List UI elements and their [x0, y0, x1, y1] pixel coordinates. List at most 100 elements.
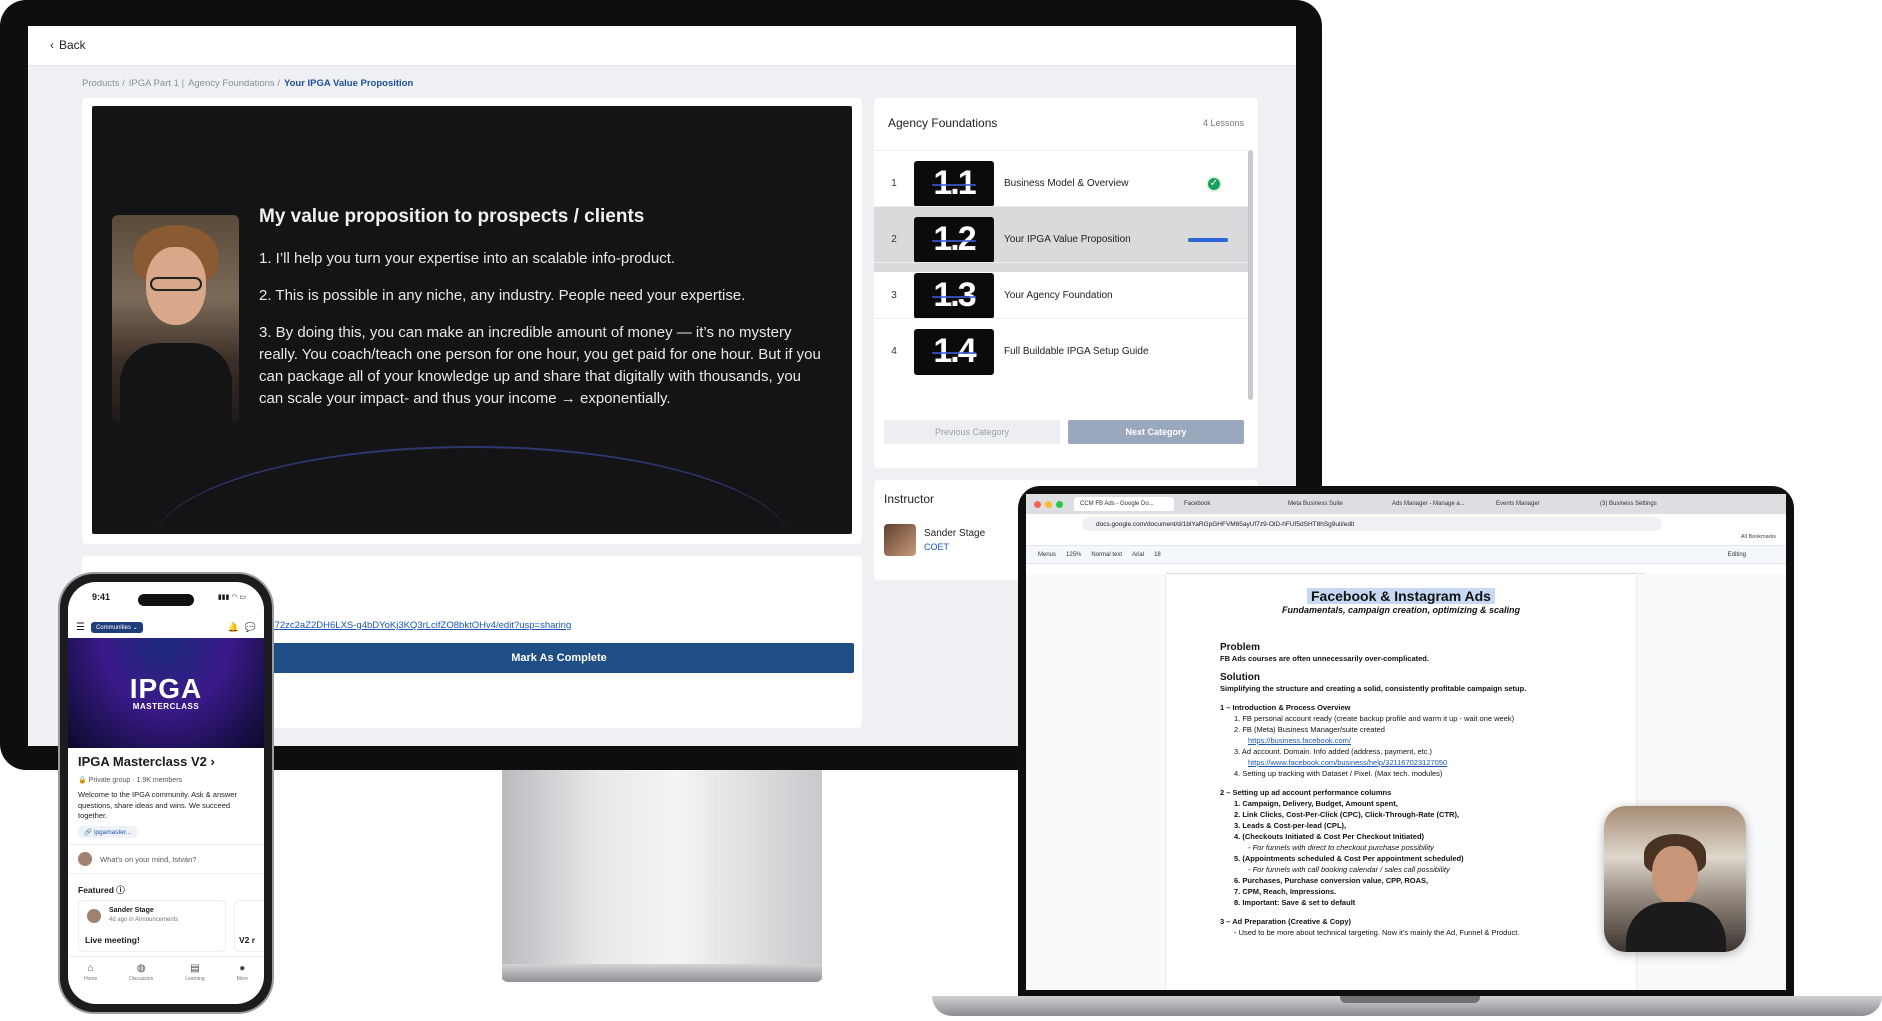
- doc-link[interactable]: https://business.facebook.com/: [1248, 736, 1351, 745]
- maximize-dot-icon[interactable]: [1056, 501, 1063, 508]
- editing-mode-select[interactable]: Editing: [1728, 552, 1746, 558]
- doc-list-item: 3. Leads & Cost-per-lead (CPL),: [1234, 821, 1347, 830]
- lesson-number: 1: [891, 178, 897, 189]
- docs-toolbar: Menus 125% Normal text Arial 18 Editing: [1026, 546, 1786, 564]
- font-size-input[interactable]: 18: [1154, 552, 1161, 558]
- doc-list-item: 3. Ad account. Domain. Info added (addre…: [1234, 747, 1433, 756]
- browser-tab[interactable]: CCM FB Ads - Google Do...: [1074, 497, 1174, 511]
- lesson-title: Your IPGA Value Proposition: [1004, 234, 1131, 245]
- next-category-button[interactable]: Next Category: [1068, 420, 1244, 444]
- progress-bar: [1188, 237, 1228, 242]
- app-header: ☰ Communities ⌄ 🔔 💬: [68, 616, 264, 638]
- lesson-thumbnail: 1.3: [914, 272, 994, 319]
- bottom-nav: ⌂ Home ◍ Discussion ▤ Learning ● More: [68, 956, 264, 1004]
- bell-icon[interactable]: 🔔: [228, 622, 239, 633]
- lesson-thumbnail: 1.2: [914, 216, 994, 263]
- featured-heading: Featured ⓘ: [78, 885, 125, 895]
- document-page[interactable]: Facebook & Instagram Ads Fundamentals, c…: [1166, 574, 1636, 990]
- laptop-notch: [1340, 996, 1480, 1003]
- nav-label: More: [236, 976, 249, 982]
- webcam-overlay[interactable]: [1604, 806, 1746, 952]
- nav-discussion[interactable]: ◍ Discussion: [129, 963, 153, 1004]
- minimize-dot-icon[interactable]: [1045, 501, 1052, 508]
- slide-point-1: 1. I’ll help you turn your expertise int…: [259, 250, 676, 267]
- profile-icon: ●: [239, 963, 246, 974]
- resource-link[interactable]: 1L72zc2aZ2DH6LXS-g4bDYoKj3KQ3rLcifZO8bkt…: [264, 620, 571, 631]
- post-composer[interactable]: What's on your mind, István?: [68, 844, 264, 874]
- back-button[interactable]: ‹ Back: [50, 38, 86, 52]
- book-icon: ▤: [190, 963, 200, 974]
- instructor-name[interactable]: Sander Stage: [924, 528, 985, 539]
- video-player[interactable]: My value proposition to prospects / clie…: [92, 106, 852, 534]
- status-icons: ▮▮▮ ◠ ▭: [217, 594, 246, 601]
- nav-more[interactable]: ● More: [237, 963, 248, 1004]
- doc-list-item: 4. Setting up tracking with Dataset / Pi…: [1234, 769, 1443, 778]
- breadcrumb-products[interactable]: Products /: [82, 78, 125, 89]
- doc-list-item: 7. CPM, Reach, Impressions.: [1234, 887, 1337, 896]
- menus-search[interactable]: Menus: [1038, 552, 1056, 558]
- doc-sub-item: - For funnels with direct to checkout pu…: [1248, 843, 1434, 852]
- doc-list-item: - Used to be more about technical target…: [1234, 928, 1520, 937]
- post-prompt: What's on your mind, István?: [100, 854, 197, 864]
- webcam-person-body: [1626, 902, 1726, 952]
- doc-text: FB Ads courses are often unnecessarily o…: [1220, 654, 1429, 663]
- lesson-list-scrollbar[interactable]: [1248, 150, 1253, 400]
- mark-complete-button[interactable]: Mark As Complete: [264, 643, 854, 673]
- doc-list-item: 1. Campaign, Delivery, Budget, Amount sp…: [1234, 799, 1398, 808]
- browser-tab[interactable]: (3) Business Settings: [1594, 497, 1694, 511]
- nav-home[interactable]: ⌂ Home: [84, 963, 97, 1004]
- doc-text: Simplifying the structure and creating a…: [1220, 684, 1527, 693]
- zoom-select[interactable]: 125%: [1066, 552, 1081, 558]
- communities-dropdown[interactable]: Communities ⌄: [90, 621, 143, 633]
- previous-category-button[interactable]: Previous Category: [884, 420, 1060, 444]
- presenter-photo: [112, 215, 239, 423]
- doc-section-heading: 2 – Setting up ad account performance co…: [1220, 788, 1392, 797]
- video-decor-arc: [152, 446, 792, 534]
- window-controls: [1034, 501, 1063, 508]
- group-title[interactable]: IPGA Masterclass V2 ›: [78, 754, 215, 769]
- doc-list-item: 8. Important: Save & set to default: [1234, 898, 1356, 907]
- doc-list-item: 5. (Appointments scheduled & Cost Per ap…: [1234, 854, 1464, 863]
- featured-card[interactable]: Sander Stage 4d ago in Announcements Liv…: [78, 900, 226, 952]
- doc-heading: Solution: [1220, 672, 1260, 683]
- lesson-title: Full Buildable IPGA Setup Guide: [1004, 346, 1149, 357]
- doc-sub-item: - For funnels with call booking calendar…: [1248, 865, 1450, 874]
- banner-title: IPGA: [129, 672, 203, 704]
- chat-icon[interactable]: 💬: [245, 622, 256, 633]
- menu-icon[interactable]: ☰: [76, 622, 85, 633]
- breadcrumb-part[interactable]: IPGA Part 1 |: [129, 78, 184, 89]
- nav-learning[interactable]: ▤ Learning: [185, 963, 204, 1004]
- lesson-title: Business Model & Overview: [1004, 178, 1129, 189]
- breadcrumb-current: Your IPGA Value Proposition: [283, 78, 414, 89]
- slide-point-2: 2. This is possible in any niche, any in…: [259, 287, 746, 304]
- phone-screen: 9:41 ▮▮▮ ◠ ▭ ☰ Communities ⌄ 🔔 💬 IPGA MA…: [68, 582, 264, 1004]
- bookmarks-bar[interactable]: All Bookmarks: [1026, 534, 1786, 546]
- breadcrumb-category[interactable]: Agency Foundations /: [188, 78, 280, 89]
- doc-link[interactable]: https://www.facebook.com/business/help/3…: [1248, 758, 1447, 767]
- chat-bubble-icon: ◍: [136, 963, 146, 974]
- browser-tab[interactable]: Facebook: [1178, 497, 1278, 511]
- nav-label: Learning: [185, 976, 205, 982]
- lesson-title: Your Agency Foundation: [1004, 290, 1113, 301]
- featured-card-2[interactable]: V2 r: [234, 900, 264, 952]
- instructor-avatar: [884, 524, 916, 556]
- card-title: V2 r: [239, 935, 256, 945]
- doc-title-text: Facebook & Instagram Ads: [1307, 588, 1495, 604]
- lesson-item-4[interactable]: 4 1.4 Full Buildable IPGA Setup Guide: [874, 318, 1248, 384]
- group-link[interactable]: 🔗 ipgamaster...: [78, 826, 138, 838]
- video-slide-text: My value proposition to prospects / clie…: [259, 206, 829, 425]
- doc-list-item: 2. Link Clicks, Cost-Per-Click (CPC), Cl…: [1234, 810, 1460, 819]
- group-meta: 🔒 Private group · 1.9K members: [78, 777, 183, 784]
- browser-tab[interactable]: Ads Manager - Manage a...: [1386, 497, 1486, 511]
- presenter-glasses: [150, 277, 202, 291]
- slide-point-3: 3. By doing this, you can make an incred…: [259, 324, 821, 407]
- style-select[interactable]: Normal text: [1091, 552, 1122, 558]
- close-dot-icon[interactable]: [1034, 501, 1041, 508]
- browser-tab[interactable]: Events Manager: [1490, 497, 1590, 511]
- browser-tab-strip: CCM FB Ads - Google Do... Facebook Meta …: [1026, 494, 1786, 514]
- doc-heading: Problem: [1220, 642, 1261, 653]
- browser-tab[interactable]: Meta Business Suite: [1282, 497, 1382, 511]
- group-banner: IPGA MASTERCLASS: [68, 638, 264, 748]
- url-input[interactable]: docs.google.com/document/d/1blYaRGpGHFVM…: [1082, 517, 1662, 531]
- font-select[interactable]: Arial: [1132, 552, 1144, 558]
